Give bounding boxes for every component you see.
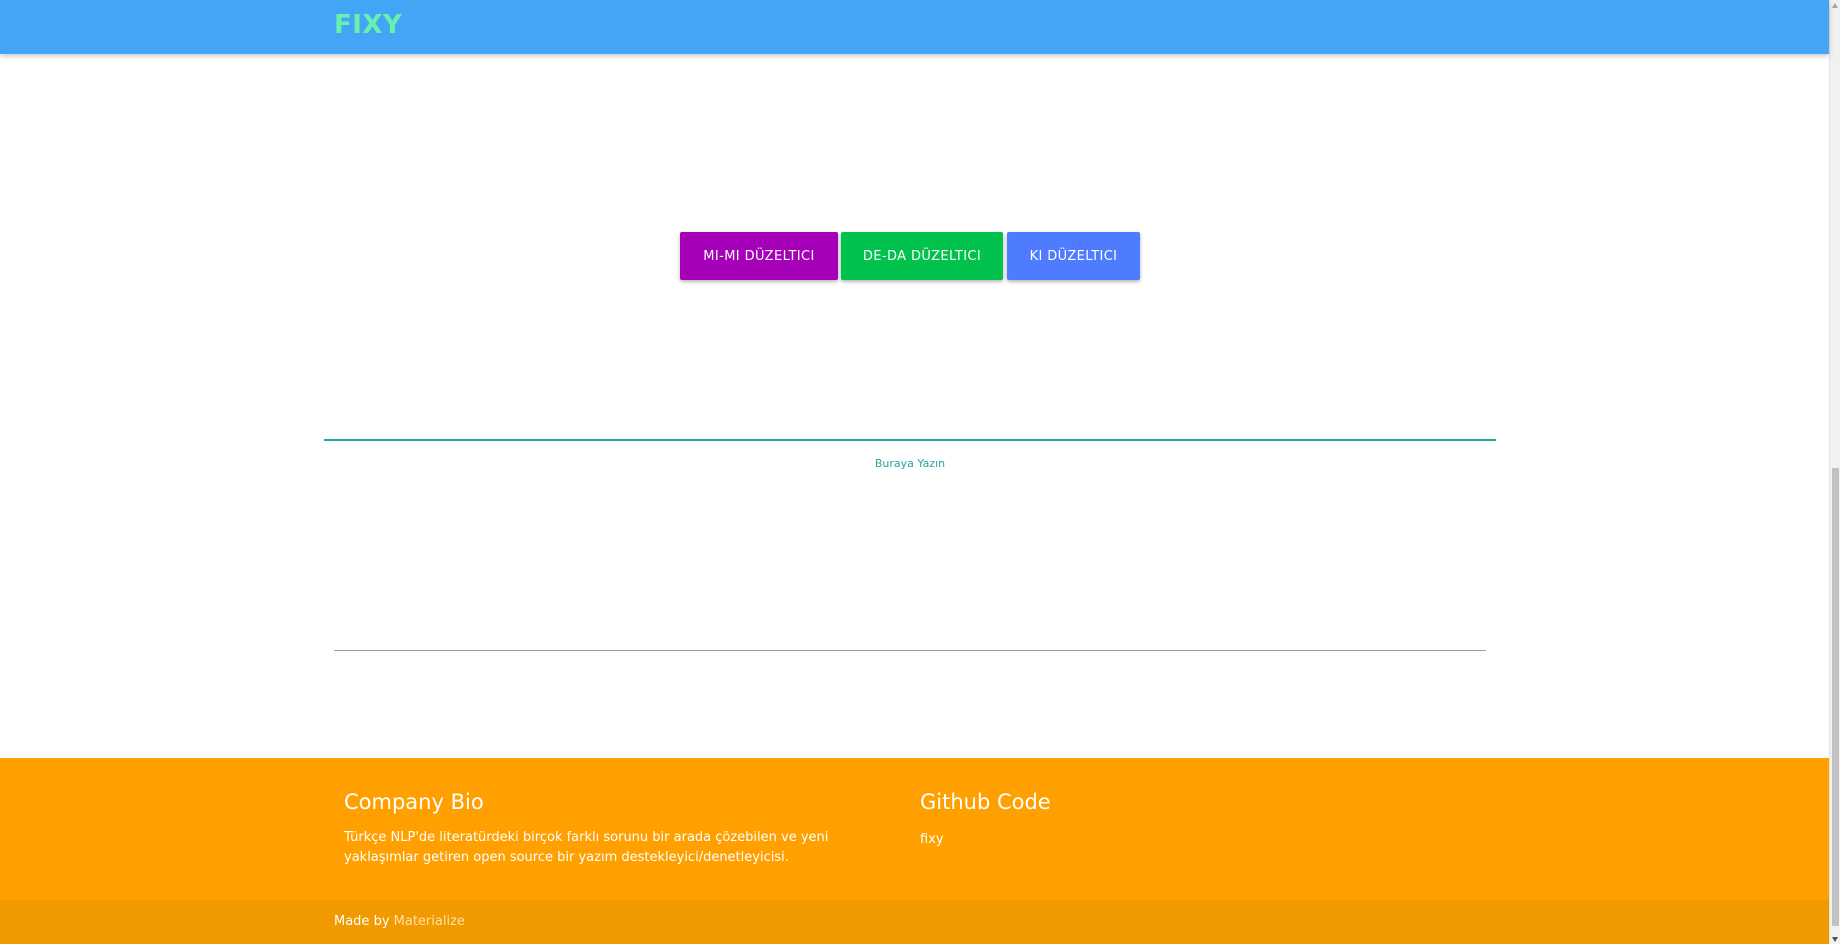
ki-corrector-button[interactable]: KI DÜZELTICI bbox=[1007, 232, 1140, 280]
scrollbar-thumb[interactable] bbox=[1832, 468, 1839, 926]
made-by-label: Made by bbox=[334, 914, 390, 929]
made-by-text: Made by Materialize bbox=[334, 914, 465, 929]
footer-bio-section: Company Bio Türkçe NLP'de literatürdeki … bbox=[344, 790, 884, 868]
footer-github-title: Github Code bbox=[920, 790, 1051, 814]
vertical-scrollbar[interactable] bbox=[1829, 0, 1840, 944]
deda-corrector-button[interactable]: DE-DA DÜZELTICI bbox=[841, 232, 1003, 280]
text-input-label: Buraya Yazın bbox=[874, 457, 946, 470]
scroll-up-arrow-icon[interactable] bbox=[1832, 3, 1838, 8]
mimi-corrector-button[interactable]: MI-MI DÜZELTICI bbox=[680, 232, 838, 280]
navbar: FIXY bbox=[0, 0, 1829, 54]
page: FIXY MI-MI DÜZELTICI DE-DA DÜZELTICI KI … bbox=[0, 0, 1829, 944]
corrector-button-group: MI-MI DÜZELTICI DE-DA DÜZELTICI KI DÜZEL… bbox=[680, 232, 1140, 280]
scroll-down-arrow-icon[interactable] bbox=[1832, 937, 1838, 942]
brand-logo[interactable]: FIXY bbox=[334, 10, 402, 40]
divider bbox=[334, 650, 1486, 651]
github-link[interactable]: fixy bbox=[920, 832, 944, 847]
materialize-link[interactable]: Materialize bbox=[394, 914, 465, 929]
footer-copyright: Made by Materialize bbox=[0, 900, 1829, 944]
footer: Company Bio Türkçe NLP'de literatürdeki … bbox=[0, 758, 1829, 900]
text-input[interactable] bbox=[324, 438, 1496, 441]
footer-github-section: Github Code fixy bbox=[920, 790, 1320, 847]
footer-bio-title: Company Bio bbox=[344, 790, 484, 814]
footer-bio-text: Türkçe NLP'de literatürdeki birçok farkl… bbox=[344, 830, 829, 865]
